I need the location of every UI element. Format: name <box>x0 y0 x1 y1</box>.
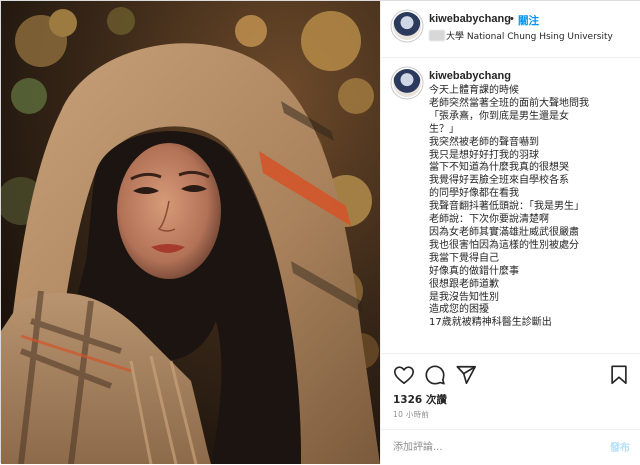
location-text: 大學 National Chung Hsing University <box>446 32 613 42</box>
like-count[interactable]: 1326 次讚 <box>393 392 447 407</box>
caption-line: 當下不知道為什麼我真的很想哭 <box>429 162 569 174</box>
caption-line: 我覺得好丟臉全班來自學校各系 <box>429 175 569 187</box>
avatar[interactable] <box>393 12 421 40</box>
location-redaction <box>429 30 445 41</box>
post-photo[interactable] <box>1 1 380 464</box>
caption-line: 生？」 <box>429 123 459 135</box>
portrait-image <box>1 1 380 464</box>
caption-line: 老師說：下次你要說清楚啊 <box>429 214 549 226</box>
instagram-post: kiwebabychang • 關注 大學 National Chung Hsi… <box>0 0 640 464</box>
caption-line: 是我沒告知性別 <box>429 291 499 303</box>
caption-line: 很想跟老師道歉 <box>429 278 499 290</box>
separator-dot: • <box>510 13 514 25</box>
caption-line: 我突然被老師的聲音嚇到 <box>429 136 539 148</box>
caption-line: 我當下覺得自己 <box>429 252 499 264</box>
caption-avatar[interactable] <box>393 69 421 97</box>
caption-text: 今天上體育課的時候 老師突然當著全班的面前大聲地問我 「張承熹，你到底是男生還是女生… <box>429 85 635 330</box>
caption-line: 我也很害怕因為這樣的性別被處分 <box>429 239 579 251</box>
caption-line: 造成您的困擾 <box>429 304 489 316</box>
username-link[interactable]: kiwebabychang <box>429 13 511 25</box>
comment-bar: 發布 <box>381 429 640 465</box>
action-bar <box>381 353 640 394</box>
caption-line: 好像真的做錯什麼事 <box>429 265 519 277</box>
caption-line: 17歲就被精神科醫生診斷出 <box>429 317 552 329</box>
post-header: kiwebabychang • 關注 大學 National Chung Hsi… <box>381 1 640 58</box>
comment-input[interactable] <box>393 439 593 455</box>
caption-line: 因為女老師其實滿雄壯威武很嚴肅 <box>429 226 579 238</box>
location-link[interactable]: 大學 National Chung Hsing University <box>429 29 613 42</box>
caption-line: 老師突然當著全班的面前大聲地問我 <box>429 97 589 109</box>
post-comment-button[interactable]: 發布 <box>610 439 630 454</box>
follow-button[interactable]: 關注 <box>518 13 539 28</box>
comment-icon[interactable] <box>424 364 446 386</box>
timestamp[interactable]: 10 小時前 <box>393 409 429 420</box>
post-panel: kiwebabychang • 關注 大學 National Chung Hsi… <box>380 1 640 464</box>
paper-plane-icon[interactable] <box>455 364 477 386</box>
caption-line: 「張承熹，你到底是男生還是女 <box>429 110 569 122</box>
caption-area: kiwebabychang 今天上體育課的時候 老師突然當著全班的面前大聲地問我「… <box>381 57 640 353</box>
bookmark-icon[interactable] <box>608 364 630 386</box>
caption-username-link[interactable]: kiwebabychang <box>429 70 511 82</box>
heart-icon[interactable] <box>393 364 415 386</box>
caption-line: 我聲音翻抖著低頭說：「我是男生」 <box>429 201 584 213</box>
caption-line: 我只是想好好打我的羽球 <box>429 149 539 161</box>
caption-line: 今天上體育課的時候 <box>429 85 519 96</box>
caption-line: 的同學好像都在看我 <box>429 188 519 200</box>
